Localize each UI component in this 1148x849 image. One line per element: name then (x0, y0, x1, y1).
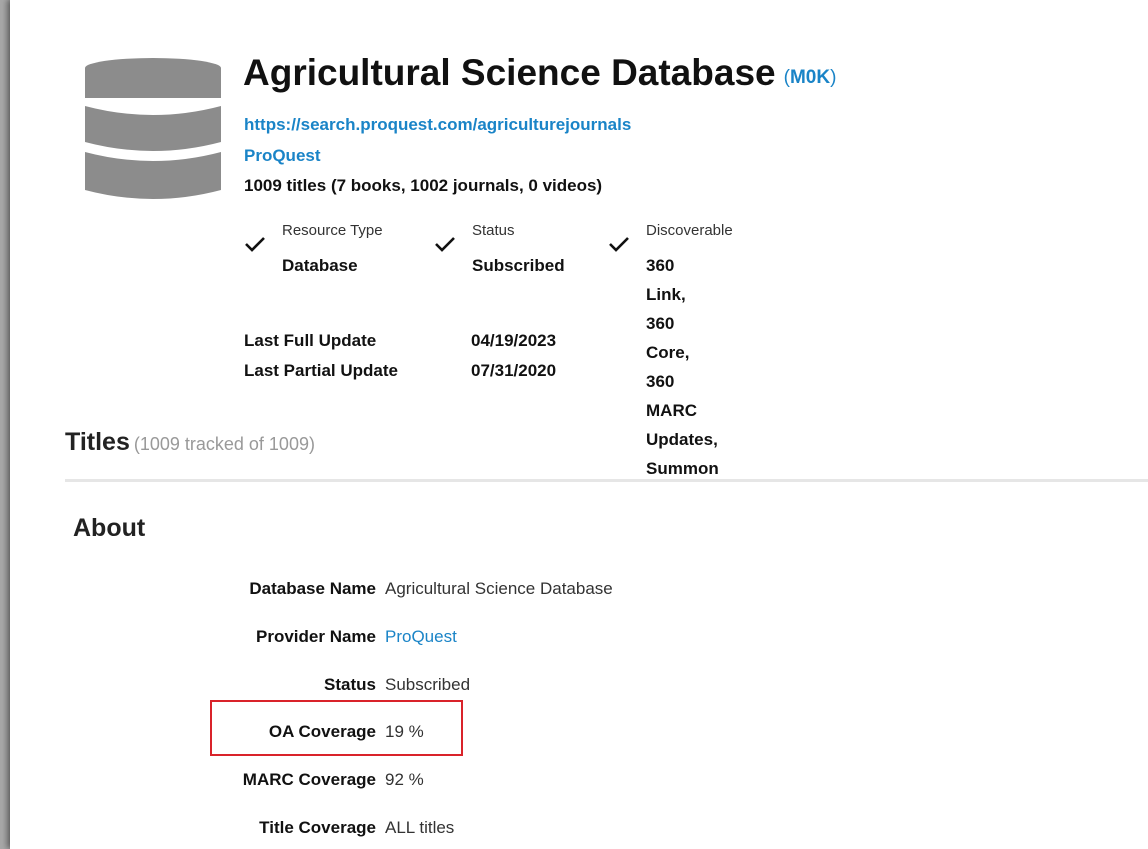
provider-link[interactable]: ProQuest (244, 146, 321, 166)
about-row-database-name: Database Name Agricultural Science Datab… (10, 579, 1148, 603)
attribute-label: Discoverable (646, 222, 733, 239)
last-full-update-label: Last Full Update (244, 331, 377, 350)
check-icon (435, 237, 455, 252)
section-divider (65, 479, 1148, 482)
about-row-marc-coverage: MARC Coverage 92 % (10, 770, 1148, 794)
title-count-summary: 1009 titles (7 books, 1002 journals, 0 v… (244, 176, 603, 195)
about-row-oa-coverage: OA Coverage 19 % (10, 722, 1148, 746)
about-label: Database Name (249, 579, 376, 598)
about-value: ALL titles (385, 818, 455, 837)
database-title: Agricultural Science Database (243, 52, 776, 93)
oa-coverage-highlight-box (210, 700, 463, 756)
attribute-label: Resource Type (282, 222, 383, 239)
check-icon (245, 237, 265, 252)
about-value: Agricultural Science Database (385, 579, 613, 598)
last-partial-update-label: Last Partial Update (244, 361, 398, 380)
about-row-title-coverage: Title Coverage ALL titles (10, 818, 1148, 842)
about-row-provider-name: Provider Name ProQuest (10, 627, 1148, 651)
page-title: Agricultural Science Database (M0K) (243, 52, 836, 94)
attribute-value: Database (282, 256, 358, 275)
last-full-update-value: 04/19/2023 (471, 331, 557, 350)
database-icon (85, 58, 221, 199)
database-code[interactable]: (M0K) (784, 67, 837, 88)
about-label: Title Coverage (259, 818, 376, 837)
last-partial-update-value: 07/31/2020 (471, 361, 557, 380)
attribute-value-line: 360 Link, 360 Core, 360 (646, 256, 690, 391)
about-heading: About (73, 514, 146, 542)
about-label: Provider Name (256, 627, 376, 646)
attribute-label: Status (472, 222, 515, 239)
about-label: Status (324, 675, 376, 694)
resource-detail-panel: Agricultural Science Database (M0K) https… (10, 0, 1148, 849)
about-value: Subscribed (385, 675, 471, 694)
attribute-value-line: MARC Updates, Summon (646, 401, 719, 478)
about-label: MARC Coverage (242, 770, 376, 789)
about-value: 92 % (385, 770, 424, 789)
titles-tracked-count: (1009 tracked of 1009) (133, 434, 315, 454)
attribute-value: 360 Link, 360 Core, 360 MARC Updates, Su… (646, 251, 719, 483)
database-url-link[interactable]: https://search.proquest.com/agriculturej… (244, 115, 631, 135)
provider-name-link[interactable]: ProQuest (385, 627, 457, 647)
titles-section-heading[interactable]: Titles (1009 tracked of 1009) (65, 428, 315, 457)
check-icon (609, 237, 629, 252)
attribute-value: Subscribed (472, 256, 565, 275)
about-row-status: Status Subscribed (10, 675, 1148, 699)
titles-heading-text: Titles (65, 428, 130, 456)
